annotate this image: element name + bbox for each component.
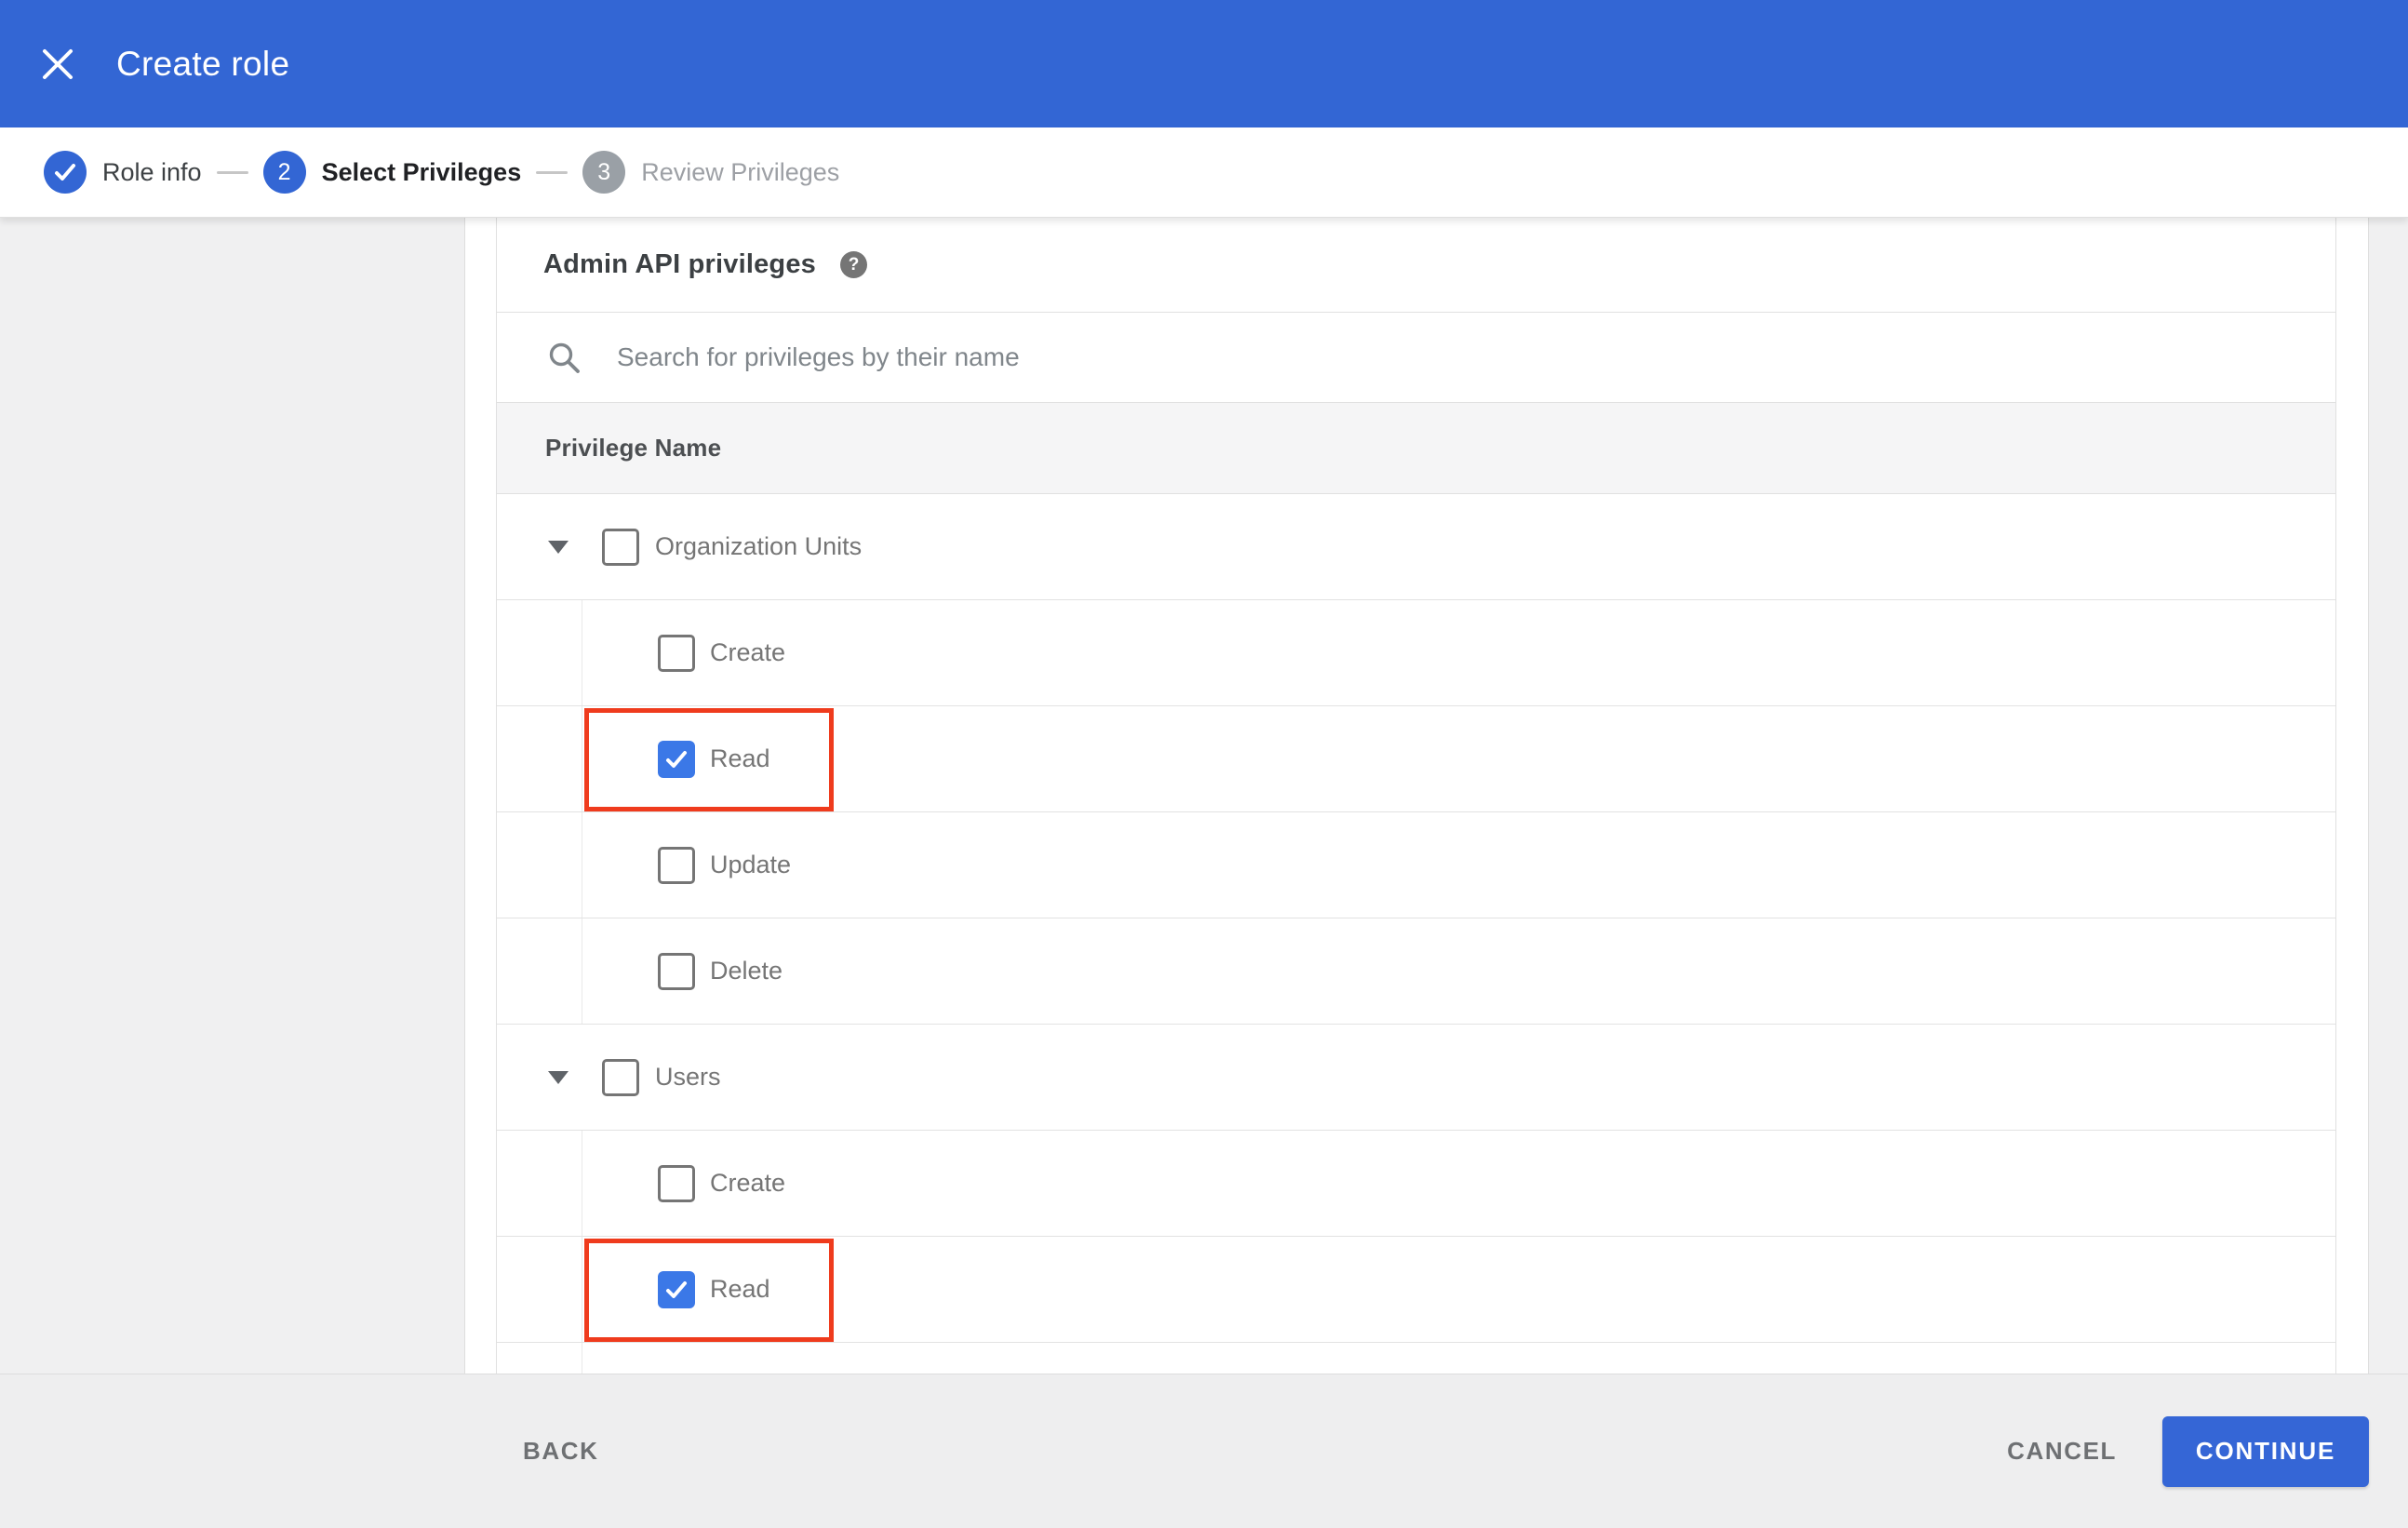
right-gutter — [2368, 218, 2408, 1374]
collapse-arrow-icon[interactable] — [548, 540, 569, 554]
step-number-circle: 3 — [582, 151, 626, 194]
privilege-label: Read — [710, 744, 770, 772]
table-header: Privilege Name — [497, 403, 2335, 494]
privilege-label: Read — [710, 1275, 770, 1303]
privilege-label: Users — [655, 1063, 721, 1091]
collapse-arrow-icon[interactable] — [548, 1070, 569, 1084]
step-label: Role info — [102, 157, 202, 186]
privilege-checkbox[interactable] — [658, 1164, 695, 1202]
table-row-delete: Delete — [497, 918, 2335, 1025]
search-bar — [497, 313, 2335, 403]
table-row-update: Update — [497, 812, 2335, 918]
column-header-privilege-name: Privilege Name — [545, 434, 722, 462]
back-button[interactable]: BACK — [523, 1437, 599, 1466]
table-row-organization-units: Organization Units — [497, 494, 2335, 600]
search-icon — [549, 342, 580, 373]
appbar: Create role — [0, 0, 2408, 127]
privilege-checkbox[interactable] — [602, 1058, 639, 1096]
panel-heading: Admin API privileges — [543, 249, 816, 279]
privilege-checkbox[interactable] — [658, 634, 695, 672]
continue-button[interactable]: CONTINUE — [2162, 1415, 2369, 1487]
search-input[interactable] — [617, 342, 2335, 372]
close-icon[interactable] — [30, 36, 86, 92]
privilege-checkbox-checked[interactable] — [658, 1270, 695, 1308]
step-label: Select Privileges — [321, 157, 522, 186]
indent-cell — [497, 1343, 582, 1374]
privilege-checkbox[interactable] — [602, 528, 639, 566]
check-icon — [55, 164, 75, 181]
step-review-privileges[interactable]: 3 Review Privileges — [582, 151, 839, 194]
privilege-label: Create — [710, 638, 786, 666]
indent-cell — [497, 918, 582, 1024]
privilege-checkbox-checked[interactable] — [658, 740, 695, 778]
table-row-users: Users — [497, 1025, 2335, 1131]
cancel-button[interactable]: CANCEL — [2007, 1437, 2117, 1466]
indent-cell — [497, 1131, 582, 1236]
step-role-info[interactable]: Role info — [44, 151, 202, 194]
x-close-icon — [43, 48, 73, 79]
step-number-circle: 2 — [262, 151, 306, 194]
table-row-partial — [497, 1343, 2335, 1374]
indent-cell — [497, 1237, 582, 1342]
check-icon — [666, 1280, 687, 1298]
privilege-label: Create — [710, 1169, 786, 1197]
table-row-read: Read — [497, 706, 2335, 812]
help-icon[interactable]: ? — [840, 251, 867, 278]
content-area: Admin API privileges ? Privilege Name Or… — [0, 218, 2408, 1374]
check-icon — [666, 750, 687, 768]
highlight-box — [584, 1239, 834, 1342]
privilege-label: Delete — [710, 957, 783, 985]
wizard-stepper: Role info 2 Select Privileges 3 Review P… — [0, 127, 2408, 218]
privilege-label: Update — [710, 851, 792, 878]
step-done-circle — [44, 151, 87, 194]
table-row-create-users: Create — [497, 1131, 2335, 1237]
privilege-label: Organization Units — [655, 532, 863, 560]
table-row-create: Create — [497, 600, 2335, 706]
indent-cell — [497, 600, 582, 705]
highlight-box — [584, 708, 834, 811]
left-gutter — [0, 218, 465, 1374]
table-row-read-users: Read — [497, 1237, 2335, 1343]
step-connector — [536, 170, 569, 174]
panel-heading-row: Admin API privileges ? — [497, 218, 2335, 313]
privileges-panel: Admin API privileges ? Privilege Name Or… — [496, 218, 2336, 1374]
privilege-checkbox[interactable] — [658, 846, 695, 884]
step-connector — [216, 170, 248, 174]
step-label: Review Privileges — [641, 157, 840, 186]
footer-action-bar: BACK CANCEL CONTINUE — [0, 1374, 2408, 1528]
page-title: Create role — [116, 44, 290, 83]
step-select-privileges[interactable]: 2 Select Privileges — [262, 151, 522, 194]
privilege-checkbox[interactable] — [658, 952, 695, 990]
indent-cell — [497, 812, 582, 918]
indent-cell — [497, 706, 582, 811]
